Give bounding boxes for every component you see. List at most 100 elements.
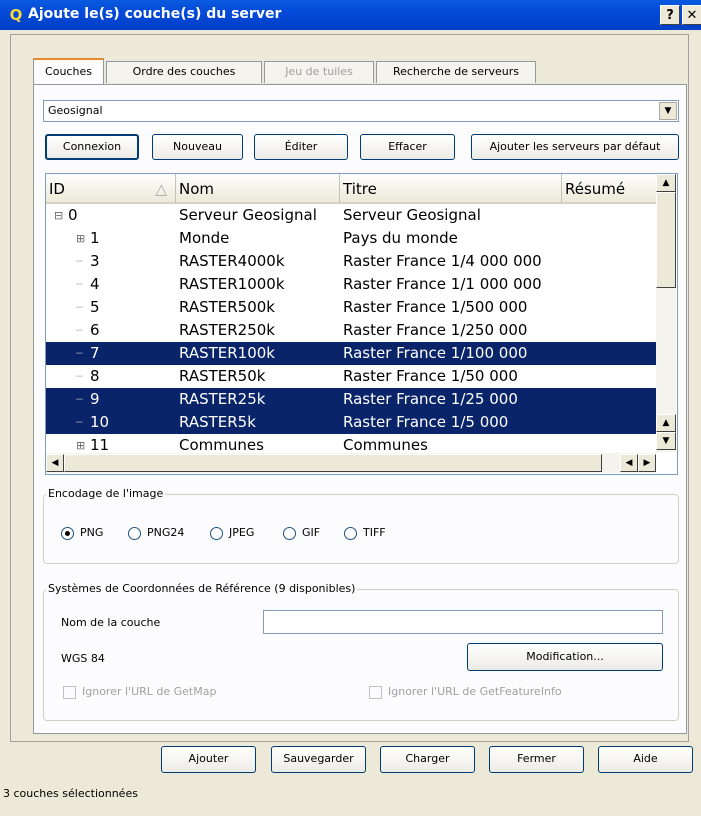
delete-button[interactable]: Effacer (360, 134, 455, 160)
column-header-titre[interactable]: Titre (340, 174, 562, 204)
scroll-up-icon[interactable]: ▲ (656, 174, 676, 192)
status-text: 3 couches sélectionnées (3, 787, 138, 800)
cell-title: Raster France 1/1 000 000 (343, 275, 542, 293)
collapse-icon[interactable]: ⊟ (54, 204, 63, 227)
tab-ordre-des-couches[interactable]: Ordre des couches (106, 61, 262, 83)
expand-icon[interactable]: ⊞ (76, 227, 85, 250)
cell-title: Raster France 1/50 000 (343, 367, 518, 385)
checkbox-icon (63, 685, 76, 699)
ignore-getfeatureinfo-checkbox: Ignorer l'URL de GetFeatureInfo (369, 685, 562, 699)
radio-jpeg[interactable]: JPEG (210, 526, 254, 540)
scroll-thumb[interactable] (656, 192, 676, 288)
tab-couches[interactable]: Couches (33, 58, 104, 84)
cell-id: 9 (90, 390, 100, 408)
layers-tree[interactable]: ID △ Nom Titre Résumé ⊟ 0 Serveur Geosignal… (45, 173, 678, 475)
column-header-resume[interactable]: Résumé (562, 174, 658, 204)
table-row[interactable]: ┈ 10 RASTER5k Raster France 1/5 000 (46, 411, 658, 434)
server-select[interactable]: Geosignal ▼ (43, 100, 679, 122)
table-row[interactable]: ┈ 9 RASTER25k Raster France 1/25 000 (46, 388, 658, 411)
add-button[interactable]: Ajouter (161, 746, 256, 773)
cell-name: RASTER100k (179, 344, 275, 362)
cell-title: Pays du monde (343, 229, 458, 247)
radio-icon (210, 526, 223, 540)
radio-tiff[interactable]: TIFF (344, 526, 386, 540)
load-button[interactable]: Charger (380, 746, 475, 773)
dropdown-arrow-icon[interactable]: ▼ (659, 102, 677, 120)
vertical-scrollbar[interactable]: ▲ ▲ ▼ (656, 174, 676, 452)
cell-name: RASTER5k (179, 413, 256, 431)
tab-jeu-de-tuiles: Jeu de tuiles (264, 61, 374, 83)
tree-line-icon: ┈ (76, 416, 83, 429)
cell-title: Serveur Geosignal (343, 206, 481, 224)
cell-id: 4 (90, 275, 100, 293)
table-row[interactable]: ⊟ 0 Serveur Geosignal Serveur Geosignal (46, 204, 658, 227)
help-button[interactable]: Aide (598, 746, 693, 773)
help-icon[interactable]: ? (660, 5, 680, 25)
sort-arrow-icon: △ (155, 180, 167, 198)
radio-selected-icon (61, 526, 74, 540)
crs-name: WGS 84 (61, 652, 105, 665)
cell-name: RASTER250k (179, 321, 275, 339)
title-bar: Q Ajoute le(s) couche(s) du server ? ✕ (0, 0, 701, 30)
tree-line-icon: ┈ (76, 393, 83, 406)
table-row[interactable]: ┈ 3 RASTER4000k Raster France 1/4 000 000 (46, 250, 658, 273)
close-icon[interactable]: ✕ (682, 5, 701, 25)
cell-name: RASTER25k (179, 390, 266, 408)
cell-id: 8 (90, 367, 100, 385)
radio-icon (128, 526, 141, 540)
cell-name: RASTER50k (179, 367, 266, 385)
cell-name: Monde (179, 229, 230, 247)
scroll-down-icon[interactable]: ▼ (656, 432, 676, 450)
table-row[interactable]: ┈ 6 RASTER250k Raster France 1/250 000 (46, 319, 658, 342)
table-row[interactable]: ┈ 8 RASTER50k Raster France 1/50 000 (46, 365, 658, 388)
tree-line-icon: ┈ (76, 278, 83, 291)
modify-crs-button[interactable]: Modification... (467, 643, 663, 671)
cell-title: Raster France 1/4 000 000 (343, 252, 542, 270)
cell-name: RASTER500k (179, 298, 275, 316)
new-button[interactable]: Nouveau (152, 134, 243, 160)
scroll-left-icon[interactable]: ◀ (620, 454, 638, 472)
cell-name: RASTER1000k (179, 275, 285, 293)
column-header-id[interactable]: ID △ (46, 174, 176, 204)
cell-id: 10 (90, 413, 110, 431)
layer-name-input[interactable] (263, 610, 663, 634)
save-button[interactable]: Sauvegarder (271, 746, 366, 773)
radio-icon (283, 526, 296, 540)
radio-gif[interactable]: GIF (283, 526, 320, 540)
scroll-thumb-horizontal[interactable] (64, 454, 602, 472)
column-header-nom[interactable]: Nom (176, 174, 340, 204)
server-select-value: Geosignal (48, 104, 103, 117)
ignore-getmap-checkbox: Ignorer l'URL de GetMap (63, 685, 216, 699)
radio-png24[interactable]: PNG24 (128, 526, 184, 540)
tree-line-icon: ┈ (76, 255, 83, 268)
cell-name: RASTER4000k (179, 252, 285, 270)
add-default-servers-button[interactable]: Ajouter les serveurs par défaut (471, 134, 679, 160)
cell-title: Raster France 1/500 000 (343, 298, 528, 316)
tree-line-icon: ┈ (76, 301, 83, 314)
scroll-right-icon[interactable]: ▶ (638, 454, 656, 472)
edit-button[interactable]: Éditer (254, 134, 348, 160)
window-title: Ajoute le(s) couche(s) du server (28, 6, 282, 22)
cell-name: Serveur Geosignal (179, 206, 317, 224)
tab-recherche-de-serveurs[interactable]: Recherche de serveurs (376, 61, 536, 83)
cell-id: 5 (90, 298, 100, 316)
cell-id: 6 (90, 321, 100, 339)
scroll-up-icon[interactable]: ▲ (656, 414, 676, 432)
cell-title: Raster France 1/250 000 (343, 321, 528, 339)
tree-line-icon: ┈ (76, 324, 83, 337)
table-row[interactable]: ┈ 5 RASTER500k Raster France 1/500 000 (46, 296, 658, 319)
radio-icon (344, 526, 357, 540)
layer-name-label: Nom de la couche (61, 616, 161, 629)
scroll-left-icon[interactable]: ◀ (46, 454, 64, 472)
cell-title: Raster France 1/100 000 (343, 344, 528, 362)
connect-button[interactable]: Connexion (45, 134, 139, 160)
cell-id: 0 (68, 206, 78, 224)
horizontal-scrollbar[interactable]: ◀ ◀ ▶ (46, 453, 656, 473)
image-encoding-label: Encodage de l'image (46, 487, 166, 500)
close-button[interactable]: Fermer (489, 746, 584, 773)
radio-png[interactable]: PNG (61, 526, 103, 540)
cell-id: 1 (90, 229, 100, 247)
table-row[interactable]: ┈ 4 RASTER1000k Raster France 1/1 000 000 (46, 273, 658, 296)
table-row[interactable]: ⊞ 1 Monde Pays du monde (46, 227, 658, 250)
table-row[interactable]: ┈ 7 RASTER100k Raster France 1/100 000 (46, 342, 658, 365)
